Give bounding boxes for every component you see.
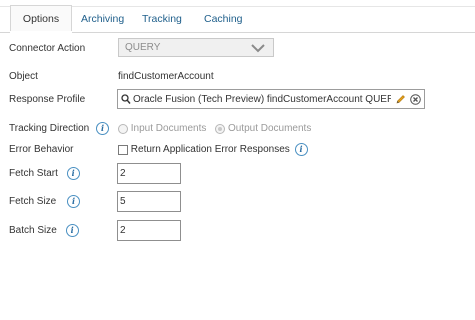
pencil-icon[interactable]: [395, 94, 406, 105]
object-label: Object: [9, 71, 38, 82]
tab-archiving-label: Archiving: [81, 13, 125, 25]
fetch-start-label: Fetch Start: [9, 168, 58, 180]
tab-tracking[interactable]: Tracking: [142, 6, 182, 32]
response-profile-value: Oracle Fusion (Tech Preview) findCustome…: [133, 94, 391, 105]
tracking-direction-options: Input Documents Output Documents: [118, 123, 311, 134]
connector-action-label: Connector Action: [9, 43, 86, 54]
tracking-direction-label: Tracking Direction: [9, 123, 90, 135]
error-behavior-label: Error Behavior: [9, 144, 74, 155]
tab-options[interactable]: Options: [10, 5, 72, 33]
fetch-size-label: Fetch Size: [9, 196, 57, 208]
search-icon: [121, 94, 131, 104]
clear-icon[interactable]: [410, 94, 421, 105]
batch-size-row: Batch Size i: [9, 224, 79, 237]
radio-input-documents-label: Input Documents: [130, 123, 207, 134]
info-icon[interactable]: i: [96, 122, 109, 135]
batch-size-input[interactable]: [117, 220, 181, 241]
response-profile-label: Response Profile: [9, 94, 86, 105]
tab-options-label: Options: [22, 13, 60, 25]
fetch-start-input[interactable]: [117, 163, 181, 184]
tracking-direction-row: Tracking Direction i: [9, 122, 109, 135]
info-icon[interactable]: i: [67, 195, 81, 208]
return-errors-checkbox[interactable]: [118, 144, 128, 155]
fetch-size-input[interactable]: [117, 191, 181, 212]
connector-action-select[interactable]: QUERY: [118, 38, 274, 57]
fetch-size-row: Fetch Size i: [9, 195, 81, 208]
tab-archiving[interactable]: Archiving: [81, 6, 124, 32]
radio-output-documents-label: Output Documents: [227, 123, 312, 134]
tab-bar: Options Archiving Tracking Caching: [0, 5, 475, 33]
fetch-start-row: Fetch Start i: [9, 167, 80, 180]
tab-caching-label: Caching: [204, 13, 243, 25]
radio-input-documents[interactable]: [118, 123, 128, 134]
info-icon[interactable]: i: [294, 143, 308, 156]
batch-size-label: Batch Size: [9, 225, 57, 237]
info-icon[interactable]: i: [66, 167, 80, 180]
connector-action-value: QUERY: [125, 42, 161, 53]
chevron-down-icon: [251, 44, 265, 53]
tab-caching[interactable]: Caching: [204, 6, 243, 32]
object-value: findCustomerAccount: [118, 71, 214, 82]
error-behavior-option: Return Application Error Responses i: [118, 143, 308, 156]
tab-tracking-label: Tracking: [142, 13, 182, 25]
info-icon[interactable]: i: [65, 224, 79, 237]
return-errors-label: Return Application Error Responses: [130, 144, 290, 155]
radio-output-documents[interactable]: [215, 123, 226, 134]
response-profile-field[interactable]: Oracle Fusion (Tech Preview) findCustome…: [117, 89, 425, 109]
